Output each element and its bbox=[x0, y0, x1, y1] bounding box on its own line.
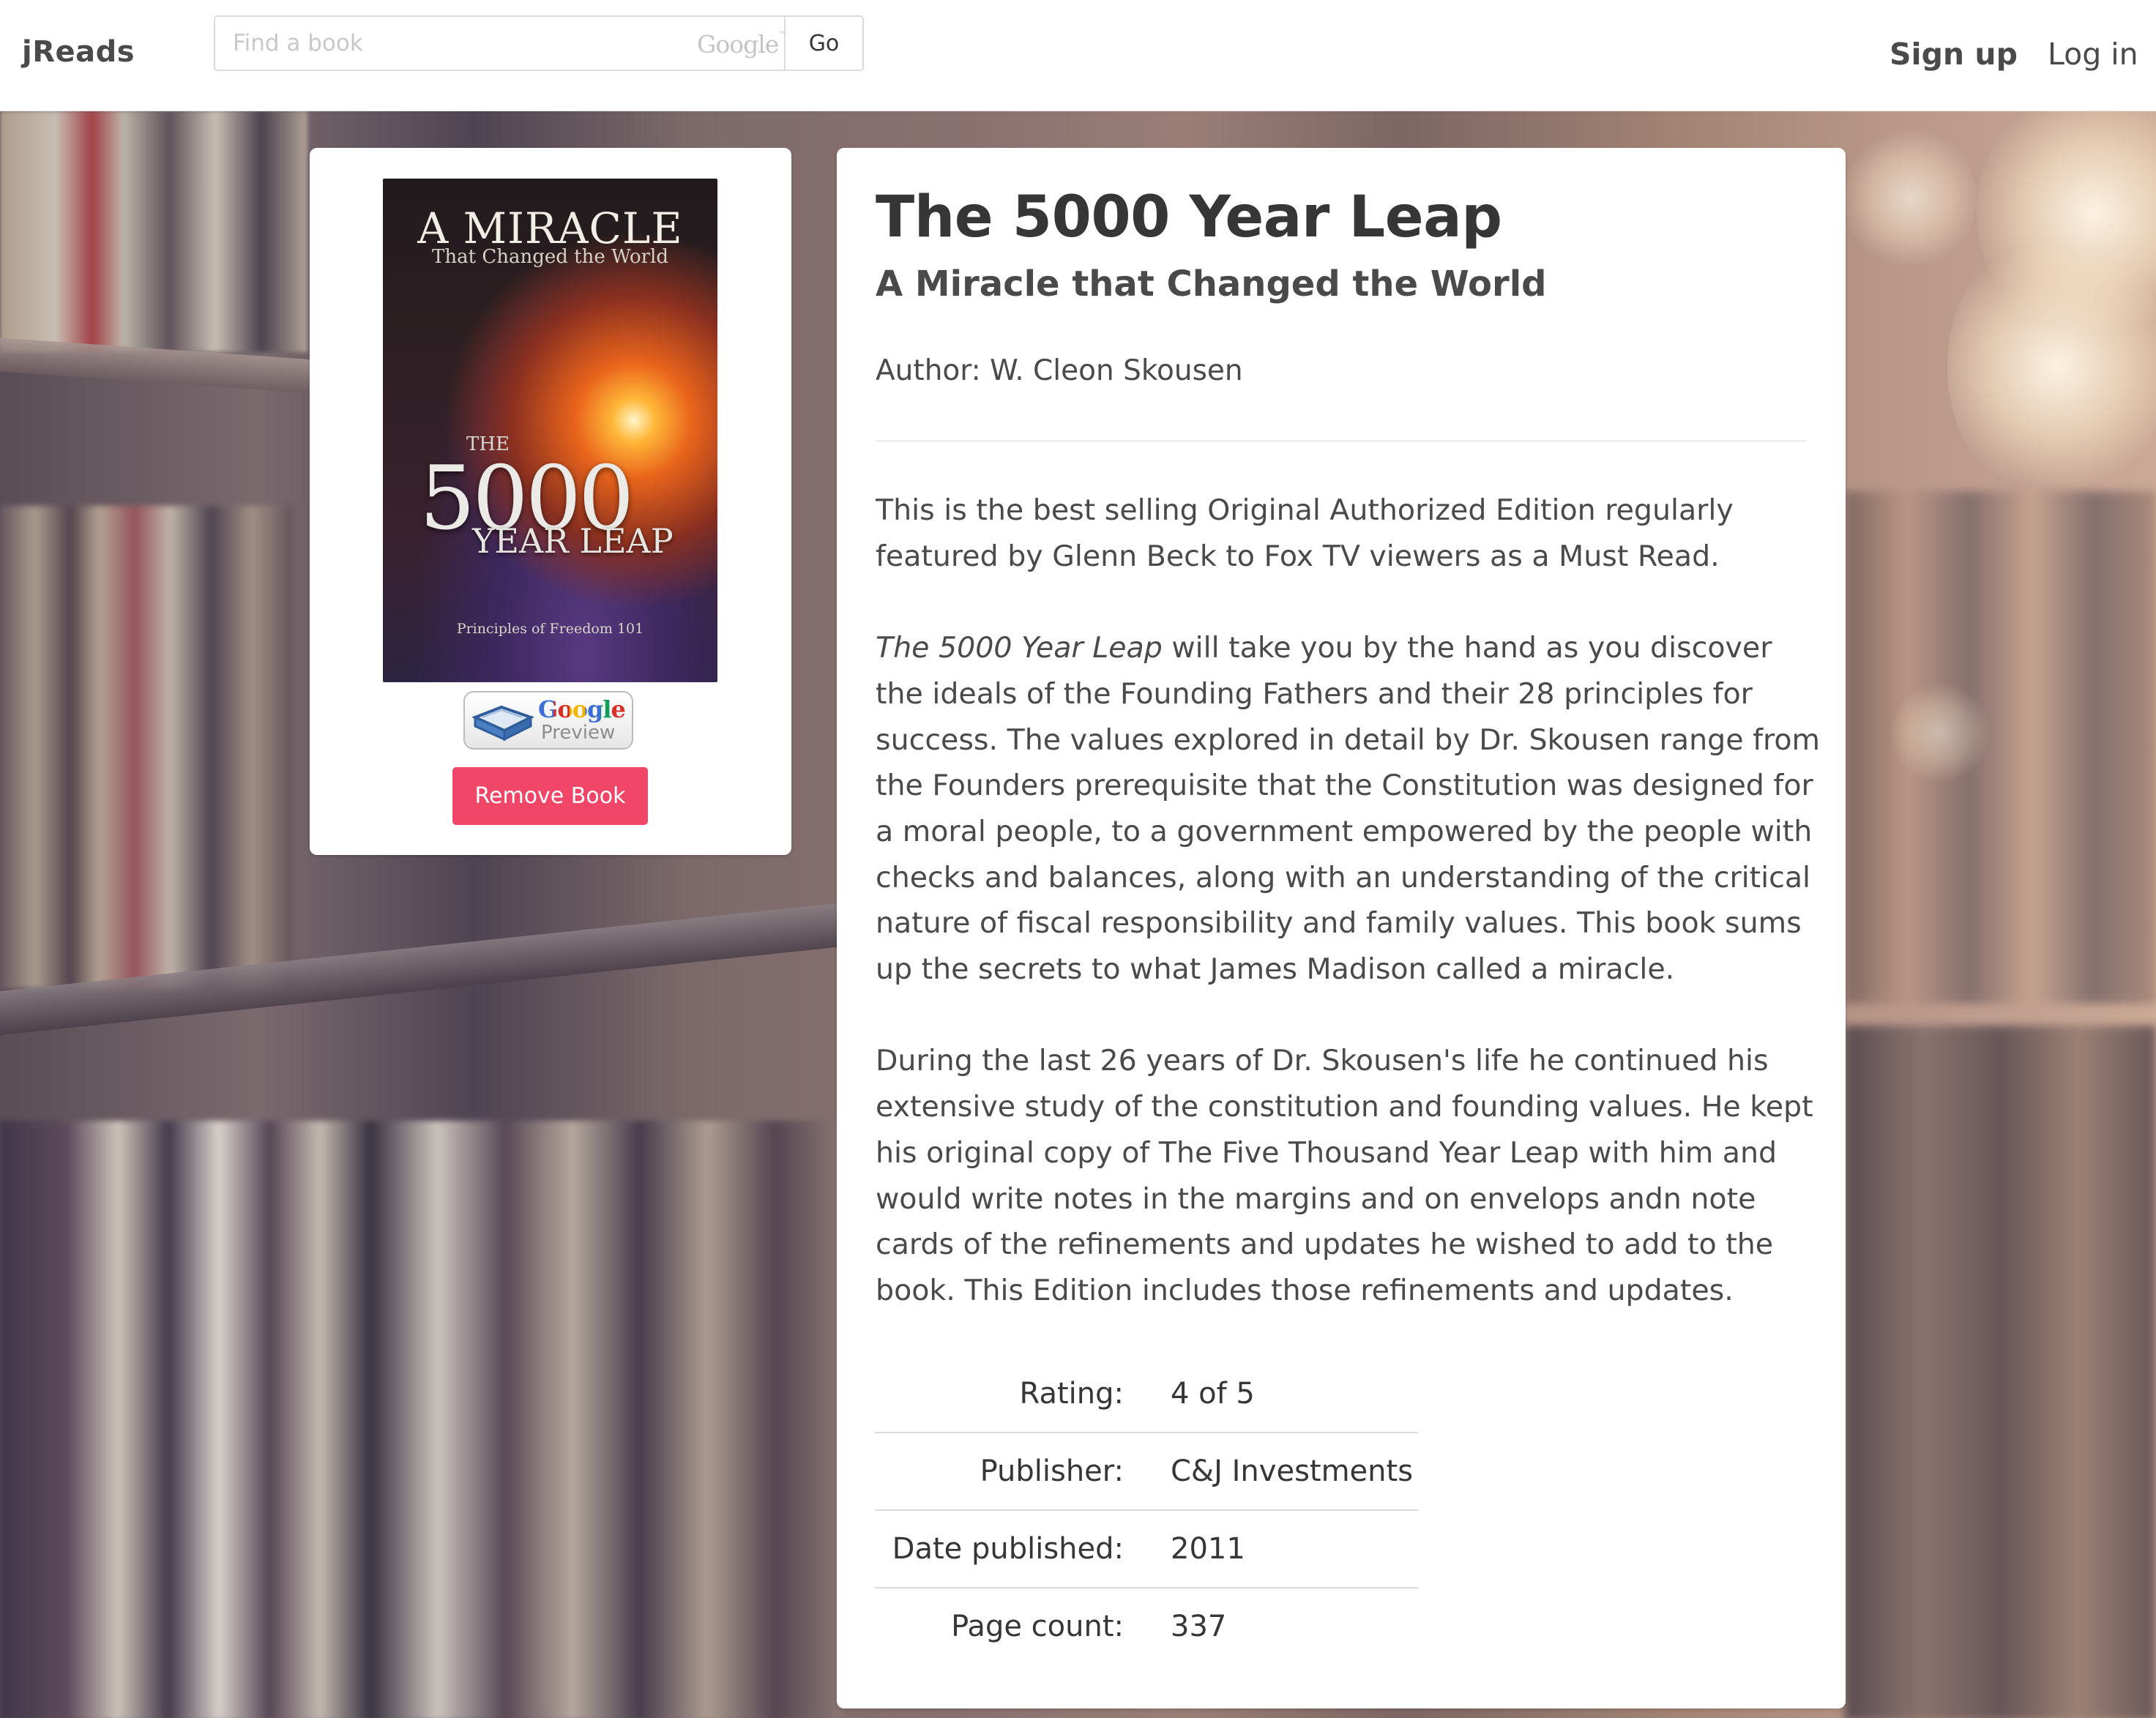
book-meta-table: Rating: 4 of 5 Publisher: C&J Investment… bbox=[875, 1356, 1418, 1665]
signup-link[interactable]: Sign up bbox=[1890, 37, 2018, 72]
description-paragraph-1: This is the best selling Original Author… bbox=[876, 493, 1734, 573]
open-book-icon bbox=[472, 705, 534, 742]
book-subtitle: A Miracle that Changed the World bbox=[876, 264, 1547, 305]
navbar: jReads Google™ Go Sign up Log in bbox=[0, 0, 2156, 111]
description-italic-title: The 5000 Year Leap bbox=[876, 631, 1163, 665]
preview-brand-text: Google bbox=[538, 695, 626, 723]
meta-label: Date published: bbox=[875, 1509, 1171, 1588]
description-paragraph-3: During the last 26 years of Dr. Skousen'… bbox=[876, 1044, 1813, 1307]
meta-value: 337 bbox=[1171, 1587, 1418, 1665]
book-author: Author: W. Cleon Skousen bbox=[876, 354, 1243, 387]
meta-row-page-count: Page count: 337 bbox=[875, 1587, 1418, 1665]
description-paragraph-2-text: will take you by the hand as you discove… bbox=[876, 631, 1820, 987]
meta-label: Publisher: bbox=[875, 1432, 1171, 1510]
description-paragraph-2: The 5000 Year Leap will take you by the … bbox=[876, 625, 1827, 993]
google-preview-button[interactable]: Google Preview bbox=[463, 691, 633, 750]
divider bbox=[876, 440, 1807, 442]
book-title: The 5000 Year Leap bbox=[876, 184, 1502, 250]
preview-badge-brand: Google bbox=[538, 695, 626, 723]
meta-value: 2011 bbox=[1171, 1509, 1418, 1588]
brand-logo[interactable]: jReads bbox=[22, 35, 135, 69]
meta-value: 4 of 5 bbox=[1171, 1377, 1255, 1411]
search-form: Google™ Go bbox=[214, 15, 864, 71]
meta-label: Page count: bbox=[875, 1587, 1171, 1665]
meta-row-date-published: Date published: 2011 bbox=[875, 1509, 1418, 1588]
meta-row-publisher: Publisher: C&J Investments bbox=[875, 1432, 1418, 1510]
cover-leap: YEAR LEAP bbox=[472, 521, 674, 561]
book-detail-card: The 5000 Year Leap A Miracle that Change… bbox=[837, 148, 1846, 1708]
book-description: This is the best selling Original Author… bbox=[876, 488, 1827, 1359]
remove-book-button[interactable]: Remove Book bbox=[452, 767, 648, 825]
search-go-button[interactable]: Go bbox=[784, 17, 862, 70]
book-cover-image: A MIRACLE That Changed the World THE 500… bbox=[383, 179, 717, 682]
preview-badge-label: Preview bbox=[541, 722, 616, 744]
meta-value: C&J Investments bbox=[1171, 1432, 1418, 1510]
cover-line2: That Changed the World bbox=[432, 246, 668, 268]
cover-card: A MIRACLE That Changed the World THE 500… bbox=[310, 148, 791, 855]
cover-footer: Principles of Freedom 101 bbox=[456, 621, 644, 637]
meta-row-rating: Rating: 4 of 5 bbox=[875, 1356, 1418, 1433]
login-link[interactable]: Log in bbox=[2048, 37, 2138, 72]
meta-label: Rating: bbox=[1019, 1377, 1124, 1411]
search-input[interactable] bbox=[215, 17, 784, 70]
